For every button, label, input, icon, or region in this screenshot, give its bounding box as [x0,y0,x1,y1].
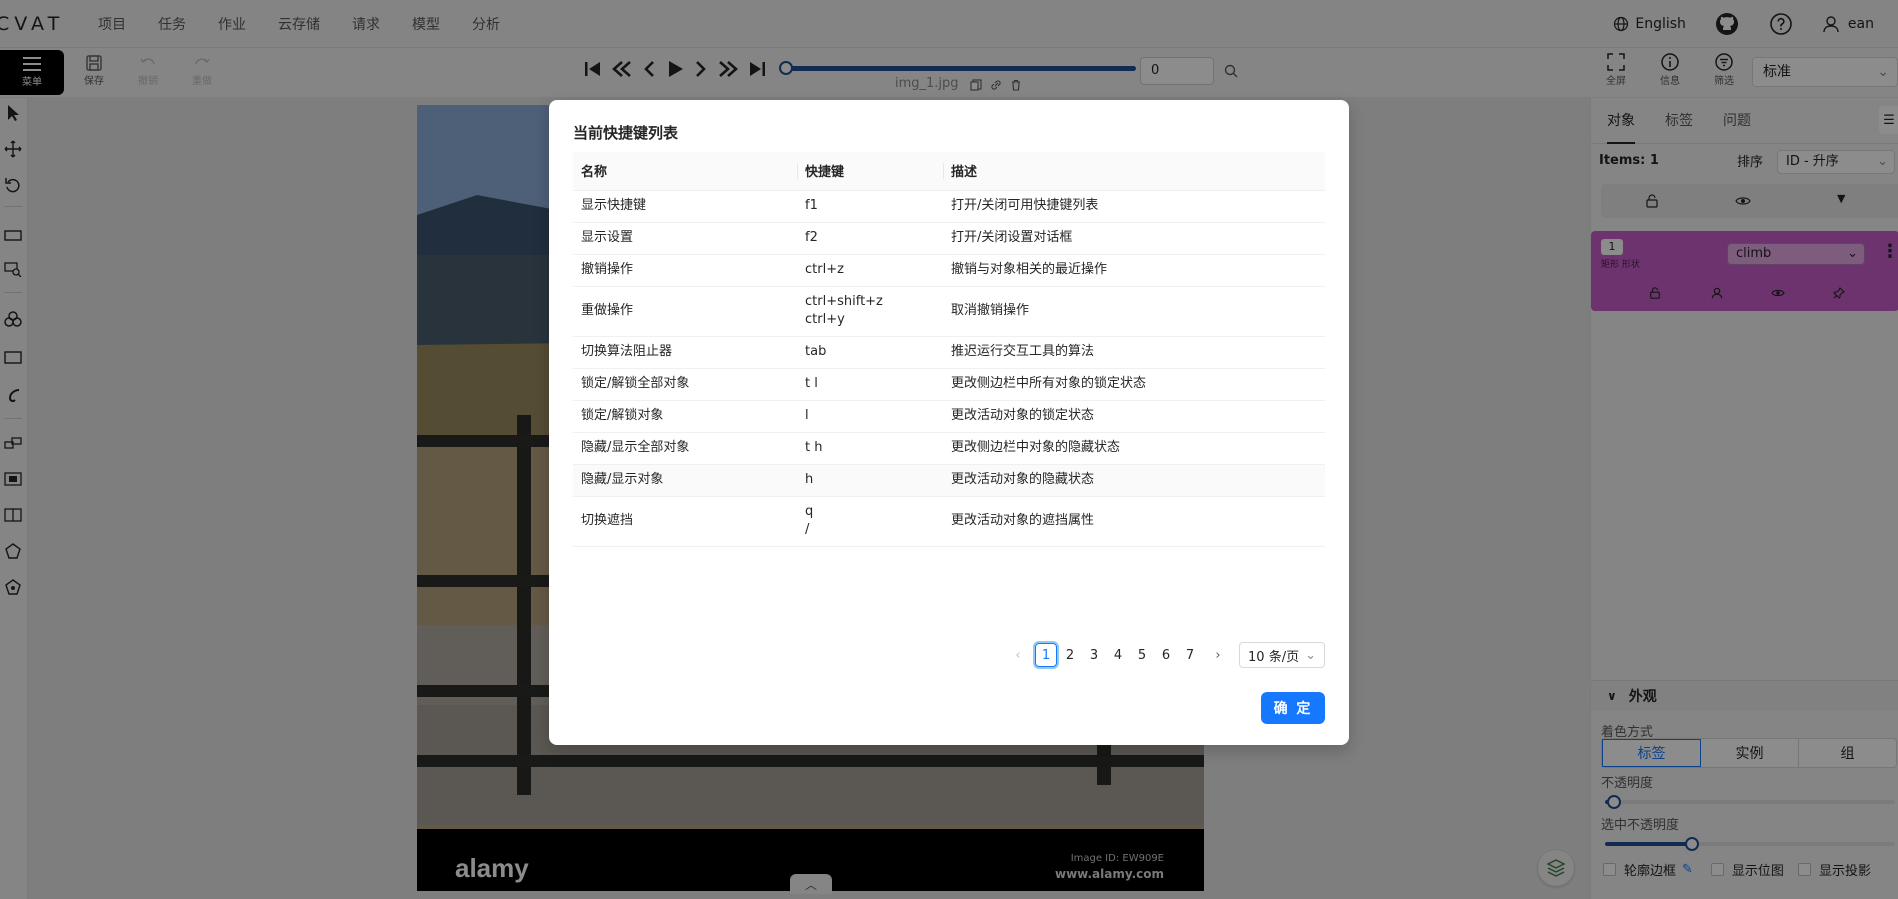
pagination-page[interactable]: 3 [1083,643,1105,667]
shortcuts-modal: 当前快捷键列表 名称 快捷键 描述 显示快捷键 f1 打开/关闭可用快捷键列表 显示设… [549,100,1349,745]
pagination-page[interactable]: 5 [1131,643,1153,667]
table-row: 隐藏/显示对象 h 更改活动对象的隐藏状态 [573,464,1325,497]
column-header-description: 描述 [943,152,1325,191]
shortcut-name: 切换算法阻止器 [573,336,797,369]
shortcut-description: 取消撤销操作 [943,286,1325,337]
pagination: ‹ 1234567 › 10 条/页 ⌄ [1007,642,1325,668]
shortcut-keys: ctrl+z [797,254,943,287]
shortcut-description: 更改侧边栏中所有对象的锁定状态 [943,368,1325,401]
shortcut-name: 显示快捷键 [573,190,797,223]
shortcut-key: ctrl+y [805,312,845,327]
shortcut-name: 锁定/解锁全部对象 [573,368,797,401]
shortcut-keys: t h [797,432,943,465]
shortcut-description: 打开/关闭设置对话框 [943,222,1325,255]
shortcut-name: 重做操作 [573,286,797,337]
column-header-name: 名称 [573,152,797,191]
table-row: 隐藏/显示全部对象 t h 更改侧边栏中对象的隐藏状态 [573,432,1325,465]
shortcut-keys: ctrl+shift+z ctrl+y [797,286,943,337]
shortcut-name: 撤销操作 [573,254,797,287]
shortcut-description: 更改活动对象的隐藏状态 [943,464,1325,497]
shortcut-description: 更改侧边栏中对象的隐藏状态 [943,432,1325,465]
shortcut-name: 切换遮挡 [573,496,797,547]
ok-button[interactable]: 确 定 [1261,692,1325,724]
shortcut-name: 隐藏/显示全部对象 [573,432,797,465]
table-row: 切换遮挡 q / 更改活动对象的遮挡属性 [573,496,1325,547]
table-row: 锁定/解锁全部对象 t l 更改侧边栏中所有对象的锁定状态 [573,368,1325,401]
table-header-row: 名称 快捷键 描述 [573,152,1325,191]
table-row: 显示设置 f2 打开/关闭设置对话框 [573,222,1325,255]
table-row: 显示快捷键 f1 打开/关闭可用快捷键列表 [573,190,1325,223]
shortcut-keys: tab [797,336,943,369]
pagination-page[interactable]: 7 [1179,643,1201,667]
shortcuts-table: 名称 快捷键 描述 显示快捷键 f1 打开/关闭可用快捷键列表显示设置 f2 打开/关闭… [573,152,1325,547]
shortcut-key: f2 [805,230,818,245]
shortcut-key: ctrl+z [805,262,844,277]
page-size-select[interactable]: 10 条/页 ⌄ [1239,642,1325,668]
pagination-page[interactable]: 1 [1035,643,1058,667]
shortcut-key: tab [805,344,827,359]
shortcut-key: f1 [805,198,818,213]
shortcut-description: 更改活动对象的遮挡属性 [943,496,1325,547]
pagination-next[interactable]: › [1207,643,1229,667]
shortcut-description: 推迟运行交互工具的算法 [943,336,1325,369]
shortcut-keys: f1 [797,190,943,223]
pagination-page[interactable]: 6 [1155,643,1177,667]
table-row: 锁定/解锁对象 l 更改活动对象的锁定状态 [573,400,1325,433]
shortcut-description: 更改活动对象的锁定状态 [943,400,1325,433]
shortcut-keys: h [797,464,943,497]
shortcut-keys: t l [797,368,943,401]
pagination-page[interactable]: 2 [1059,643,1081,667]
pagination-pages: 1234567 [1035,643,1201,667]
shortcut-name: 显示设置 [573,222,797,255]
table-row: 切换算法阻止器 tab 推迟运行交互工具的算法 [573,336,1325,369]
shortcut-keys: l [797,400,943,433]
chevron-down-icon: ⌄ [1305,647,1316,663]
shortcut-keys: q / [797,496,943,547]
shortcut-name: 隐藏/显示对象 [573,464,797,497]
shortcut-key: h [805,472,814,487]
page-size-value: 10 条/页 [1248,649,1300,665]
shortcut-keys: f2 [797,222,943,255]
pagination-prev[interactable]: ‹ [1007,643,1029,667]
shortcut-key: ctrl+shift+z [805,294,883,309]
shortcut-description: 打开/关闭可用快捷键列表 [943,190,1325,223]
pagination-page[interactable]: 4 [1107,643,1129,667]
shortcut-name: 锁定/解锁对象 [573,400,797,433]
shortcut-key: q [805,504,814,519]
shortcuts-table-body: 显示快捷键 f1 打开/关闭可用快捷键列表 显示设置 f2 打开/关闭设置对话框 撤销操作 c… [573,190,1325,547]
shortcut-key: t l [805,376,818,391]
shortcut-key: / [805,522,810,537]
modal-title: 当前快捷键列表 [573,124,679,142]
shortcut-key: t h [805,440,823,455]
table-row: 撤销操作 ctrl+z 撤销与对象相关的最近操作 [573,254,1325,287]
table-row: 重做操作 ctrl+shift+z ctrl+y 取消撤销操作 [573,286,1325,337]
shortcut-key: l [805,408,809,423]
shortcut-description: 撤销与对象相关的最近操作 [943,254,1325,287]
column-header-keys: 快捷键 [797,152,943,191]
